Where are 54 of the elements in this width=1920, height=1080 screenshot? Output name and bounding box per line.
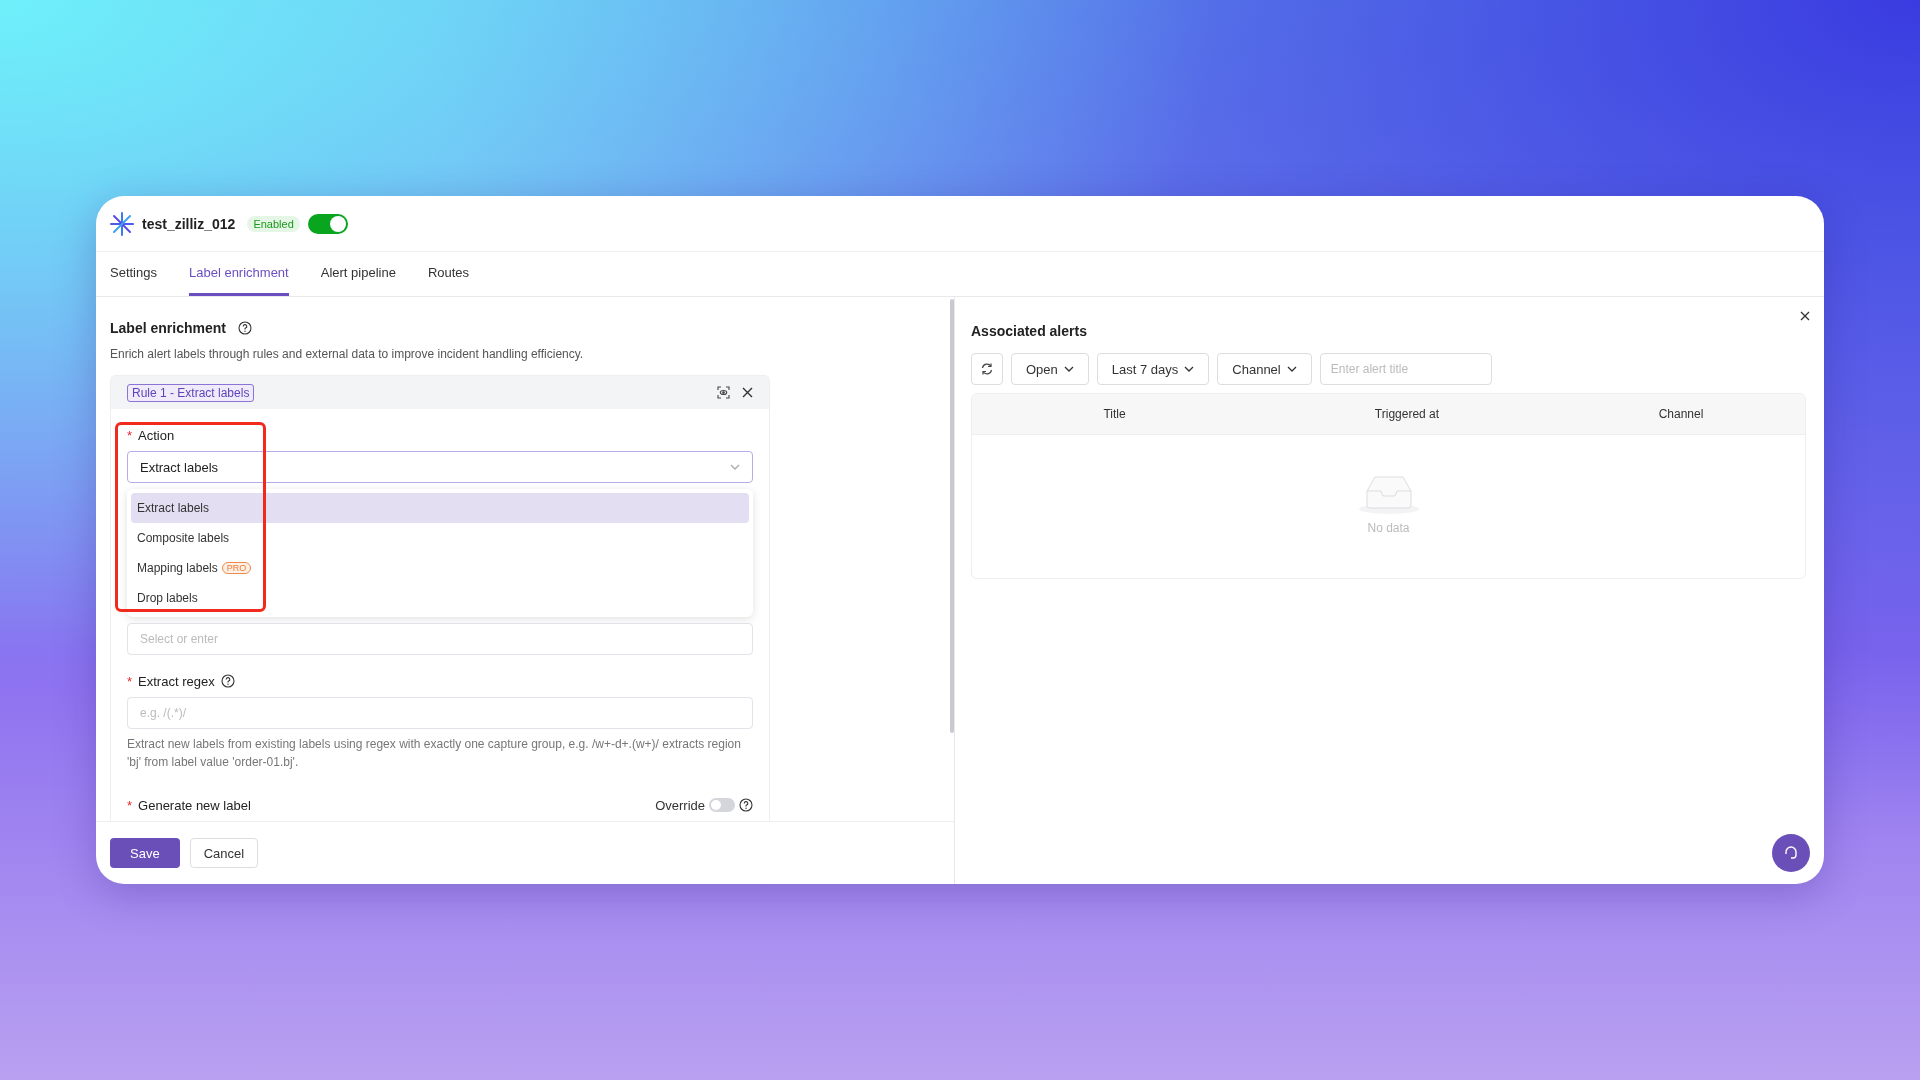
empty-inbox-icon (1356, 473, 1421, 515)
dropdown-option[interactable]: Drop labels (131, 583, 749, 613)
refresh-button[interactable] (971, 353, 1003, 385)
dropdown-option[interactable]: Composite labels (131, 523, 749, 553)
chevron-down-icon (1286, 366, 1297, 372)
help-icon[interactable] (220, 674, 235, 688)
column-header: Channel (1657, 407, 1705, 421)
support-button[interactable] (1772, 834, 1810, 872)
dropdown-option[interactable]: Extract labels (131, 493, 749, 523)
tab[interactable]: Label enrichment (189, 252, 289, 296)
enable-toggle[interactable] (307, 213, 348, 234)
search-field[interactable]: Enter alert title (1319, 353, 1492, 385)
scrollbar[interactable] (950, 299, 954, 733)
chevron-down-icon (1184, 366, 1195, 372)
chevron-down-icon (1063, 366, 1074, 372)
preview-icon[interactable] (717, 386, 730, 399)
panel-title: Associated alerts (971, 323, 1088, 339)
spark-logo-icon (110, 211, 134, 236)
section-title: Label enrichment (110, 320, 226, 336)
required-mark: * (127, 673, 133, 689)
section-description: Enrich alert labels through rules and external data to improve incident handling efficiency. (110, 347, 585, 361)
save-button[interactable]: Save (110, 838, 180, 868)
headset-icon (1783, 845, 1799, 861)
app-name: test_zilliz_012 (142, 215, 236, 232)
filter-dropdown[interactable]: Last 7 days (1096, 353, 1210, 385)
filter-dropdown[interactable]: Open (1011, 353, 1089, 385)
column-header: Triggered at (1373, 407, 1441, 421)
chevron-down-icon (730, 464, 740, 470)
override-label: Override (655, 797, 705, 813)
tab[interactable]: Alert pipeline (320, 252, 396, 296)
help-icon[interactable] (739, 798, 753, 812)
cancel-button[interactable]: Cancel (189, 838, 259, 868)
field-label: Action (138, 427, 175, 443)
filter-dropdown[interactable]: Channel (1217, 353, 1312, 385)
refresh-icon (980, 362, 994, 376)
rule-tag: Rule 1 - Extract labels (127, 383, 255, 402)
field-label: Extract regex (138, 673, 215, 689)
status-badge: Enabled (247, 215, 300, 232)
help-icon[interactable] (237, 321, 252, 335)
tab[interactable]: Routes (427, 252, 470, 296)
required-mark: * (127, 427, 133, 443)
tab[interactable]: Settings (110, 252, 157, 296)
pro-badge: PRO (221, 562, 252, 574)
required-mark: * (127, 797, 133, 813)
close-icon[interactable] (742, 387, 753, 398)
action-select[interactable]: Extract labels (127, 451, 753, 483)
input-field[interactable]: Select or enter (127, 623, 753, 655)
field-label: Generate new label (138, 797, 251, 813)
regex-input[interactable]: e.g. /(.*)/ (127, 697, 753, 729)
help-text: Extract new labels from existing labels using regex with exactly one capture group, e.g. /w+-d+.(w+)/ extracts region 'bj' from label value 'order-01.bj'. (127, 736, 742, 771)
empty-text: No data (1367, 521, 1410, 535)
column-header: Title (1102, 407, 1127, 421)
dropdown-option[interactable]: Mapping labels PRO (131, 553, 749, 583)
override-toggle[interactable] (709, 798, 735, 812)
